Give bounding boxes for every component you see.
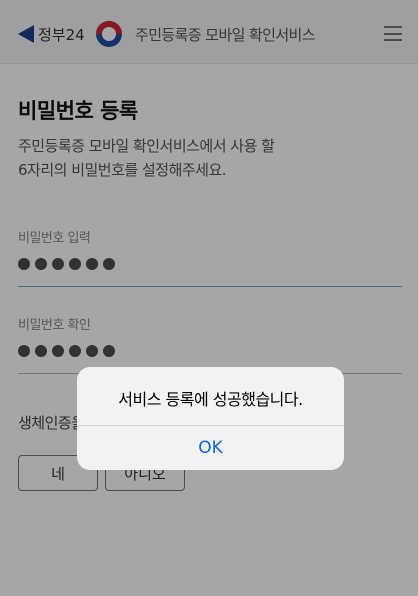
alert-message: 서비스 등록에 성공했습니다. [118, 390, 303, 409]
ok-button[interactable]: OK [77, 426, 344, 470]
success-alert-dialog: 서비스 등록에 성공했습니다. OK [77, 367, 344, 470]
modal-overlay [0, 0, 418, 596]
